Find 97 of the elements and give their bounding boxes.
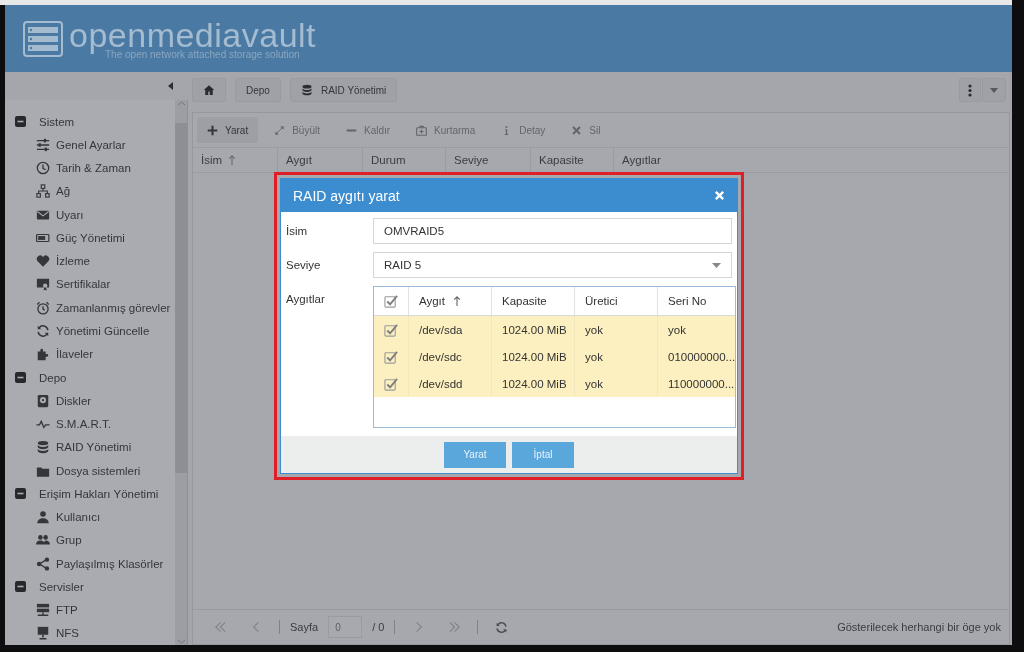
column-header[interactable]: Kapasite <box>531 148 614 172</box>
name-field[interactable]: OMVRAID5 <box>373 218 732 244</box>
field-label: Seviye <box>286 258 322 273</box>
dialog-title: RAID aygıtı yarat <box>293 187 400 204</box>
sliders-icon <box>36 137 50 152</box>
nav-item[interactable]: Diskler <box>5 389 175 413</box>
column-header[interactable]: Durum <box>363 148 446 172</box>
nav-item[interactable]: RAID Yönetimi <box>5 435 175 459</box>
column-header[interactable]: Üretici <box>574 287 657 315</box>
close-button[interactable] <box>714 190 725 201</box>
plus-icon <box>207 124 218 136</box>
page-label: Sayfa <box>290 621 319 633</box>
nav-item[interactable]: Uyarı <box>5 203 175 227</box>
resize-icon <box>274 124 286 136</box>
table-cell: 1024.00 MiB <box>502 323 567 336</box>
column-header[interactable]: Aygıtlar <box>614 148 1009 172</box>
nav-item[interactable]: Yönetimi Güncelle <box>5 319 175 343</box>
device-row[interactable]: /dev/sdc 1024.00 MiB yok 010000000... <box>374 343 736 370</box>
table-cell: 1024.00 MiB <box>502 350 567 363</box>
logo-icon <box>23 20 63 57</box>
home-button[interactable] <box>192 78 226 102</box>
more-button[interactable] <box>959 78 981 102</box>
nav-item[interactable]: Paylaşılmış Klasörler <box>5 552 175 576</box>
nav-item[interactable]: İlaveler <box>5 342 175 366</box>
nav-group[interactable]: Servisler <box>5 575 175 599</box>
nav-item[interactable]: Ağ <box>5 179 175 204</box>
nav-group[interactable]: Depo <box>5 365 175 390</box>
collapse-icon <box>167 81 174 91</box>
column-header[interactable]: Seviye <box>446 148 531 172</box>
share-icon <box>36 556 50 571</box>
nav-item[interactable]: Güç Yönetimi <box>5 226 175 250</box>
table-cell: /dev/sdc <box>419 350 462 363</box>
table-cell: 110000000... <box>668 377 735 390</box>
nav-item[interactable]: Grup <box>5 528 175 553</box>
toolbar-button[interactable]: Yarat <box>197 117 259 143</box>
nav-item[interactable]: Genel Ayarlar <box>5 133 175 157</box>
network-icon <box>36 184 50 199</box>
medkit-icon <box>416 124 428 136</box>
column-header[interactable]: İsim <box>193 148 278 172</box>
refresh-icon <box>494 620 508 634</box>
home-icon <box>203 84 215 96</box>
scroll-down-icon <box>176 638 186 645</box>
nav-item[interactable]: Sertifikalar <box>5 272 175 297</box>
nav-item[interactable]: Zamanlanmış görevler <box>5 296 175 320</box>
brand-name: openmediavault <box>69 17 317 52</box>
table-cell: /dev/sdd <box>419 377 463 390</box>
field-label: Aygıtlar <box>286 292 326 307</box>
user-icon <box>36 510 50 525</box>
database-icon <box>36 440 50 455</box>
clock-icon <box>36 161 50 176</box>
device-row[interactable]: /dev/sdd 1024.00 MiB yok 110000000... <box>374 370 736 397</box>
nav-item[interactable]: NFS <box>5 621 175 645</box>
page-total: / 0 <box>372 621 385 633</box>
field-label: İsim <box>286 224 309 239</box>
nav-item[interactable]: FTP <box>5 598 175 622</box>
nav-group[interactable]: Erişim Hakları Yönetimi <box>5 482 175 506</box>
caret-down-icon <box>990 87 998 93</box>
column-header[interactable]: Kapasite <box>491 287 574 315</box>
table-cell: yok <box>585 350 603 363</box>
refresh-icon <box>36 324 50 338</box>
database-icon <box>300 84 313 96</box>
page-field[interactable]: 0 <box>328 616 363 638</box>
close-icon <box>571 124 583 136</box>
heart-icon <box>36 254 50 269</box>
close-icon <box>714 190 725 201</box>
scrollbar[interactable] <box>175 100 187 645</box>
table-cell: yok <box>585 323 603 336</box>
column-header[interactable]: Seri No <box>657 287 736 315</box>
scroll-up-icon <box>176 100 186 107</box>
nav-group[interactable]: Sistem <box>5 110 175 134</box>
double-chevron-left-icon <box>213 620 227 634</box>
breadcrumb-button[interactable]: Depo <box>235 78 281 102</box>
status-text: Gösterilecek herhangi bir öge yok <box>837 621 1001 633</box>
table-cell: /dev/sda <box>419 323 463 336</box>
certificate-icon <box>36 277 50 292</box>
dropdown-button[interactable] <box>982 78 1006 102</box>
table-cell: 1024.00 MiB <box>502 377 567 390</box>
more-vertical-icon <box>968 83 972 97</box>
alarm-clock-icon <box>36 300 50 315</box>
nav-item[interactable]: S.M.A.R.T. <box>5 412 175 436</box>
table-cell: yok <box>668 323 686 336</box>
table-cell: 010000000... <box>668 350 736 363</box>
caret-down-icon <box>712 262 721 268</box>
puzzle-icon <box>36 347 50 362</box>
table-cell: yok <box>585 377 603 390</box>
breadcrumb-button[interactable]: RAID Yönetimi <box>289 78 398 102</box>
nav-item[interactable]: Dosya sistemleri <box>5 459 175 483</box>
level-select[interactable]: RAID 5 <box>373 252 732 278</box>
double-chevron-right-icon <box>447 620 461 634</box>
nav-item[interactable]: İzleme <box>5 249 175 273</box>
column-header[interactable]: Aygıt <box>408 287 491 315</box>
nav-item[interactable]: Kullanıcı <box>5 505 175 529</box>
server-icon <box>36 603 50 618</box>
nav-item[interactable]: Tarih & Zaman <box>5 156 175 180</box>
monitor-icon <box>36 626 50 641</box>
column-header[interactable]: Aygıt <box>278 148 363 172</box>
device-row[interactable]: /dev/sda 1024.00 MiB yok yok <box>374 316 736 343</box>
